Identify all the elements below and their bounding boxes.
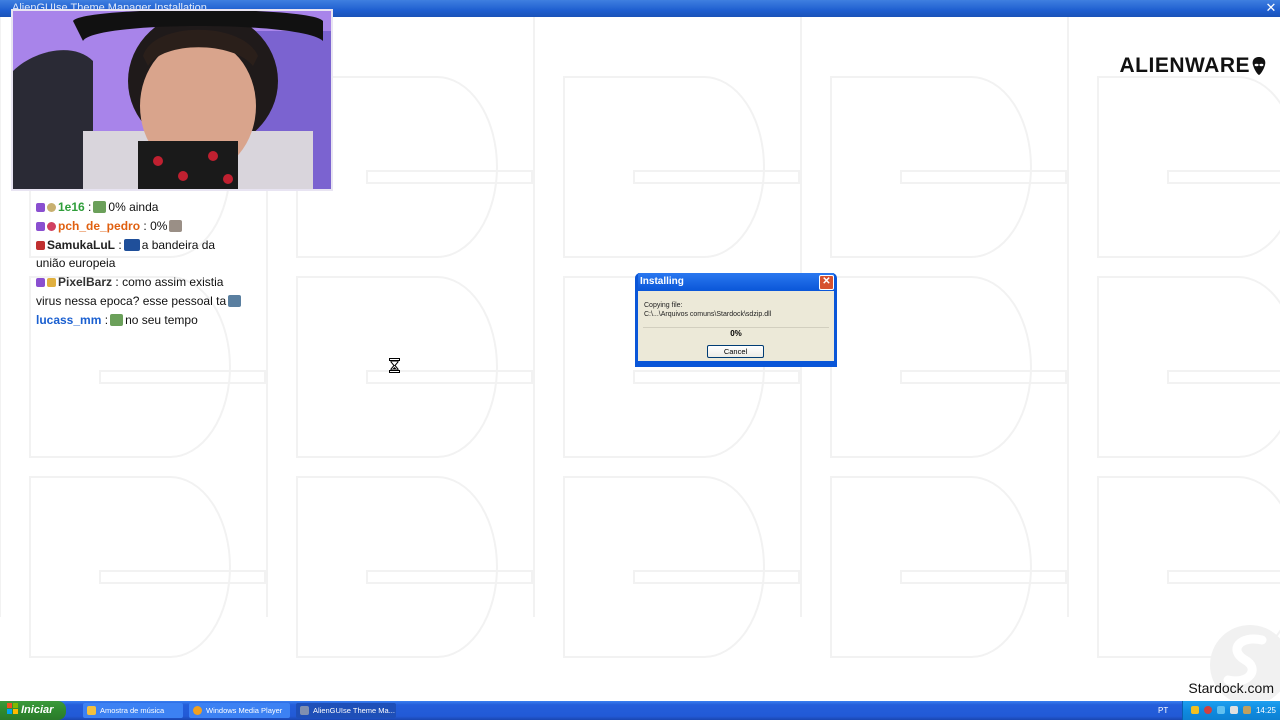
chat-username: 1e16 (58, 200, 85, 214)
chat-overlay: 1e16 : 0% ainda pch_de_pedro : 0% SamukaL… (36, 198, 256, 330)
chat-separator: : (115, 275, 119, 290)
streamer-image (13, 11, 331, 189)
taskbar-item-windows-media-player[interactable]: Windows Media Player (189, 703, 290, 718)
taskbar-item-alienguise-theme-manager[interactable]: AlienGUIse Theme Ma... (296, 703, 396, 718)
chat-message-continued: virus nessa epoca? esse pessoal ta (36, 292, 256, 311)
chat-message-continued: união europeia (36, 256, 116, 271)
taskbar-item-label: Windows Media Player (206, 706, 283, 715)
alien-head-icon (1252, 57, 1266, 75)
tray-app-icon[interactable] (1243, 706, 1251, 714)
taskbar-item-amostra-de-musica[interactable]: Amostra de música (83, 703, 183, 718)
copying-file-path: C:\...\Arquivos comuns\Stardock\sdzip.dl… (644, 310, 772, 318)
chat-badge-icon (36, 203, 45, 212)
chat-message: pch_de_pedro : 0% (36, 217, 256, 236)
chat-message: lucass_mm : no seu tempo (36, 311, 256, 330)
chat-badge-icon (47, 278, 56, 288)
taskbar-item-label: AlienGUIse Theme Ma... (313, 706, 395, 715)
chat-badge-icon (47, 203, 56, 212)
chat-username: SamukaLuL (47, 237, 116, 252)
heart-icon (47, 221, 56, 231)
chat-separator: : (104, 312, 109, 327)
taskbar-item-label: Amostra de música (100, 706, 165, 715)
chat-username: pch_de_pedro (58, 218, 141, 233)
chat-text: no seu tempo (125, 312, 198, 327)
install-progress-bar: 0% (643, 327, 829, 342)
tray-app-icon[interactable] (1204, 706, 1212, 714)
volume-icon[interactable] (1230, 706, 1238, 714)
installer-icon (300, 706, 309, 715)
chat-message: PixelBarz : como assim existia (36, 273, 256, 292)
windows-flag-icon (7, 703, 18, 714)
window-close-button[interactable]: ✕ (1264, 1, 1278, 15)
chat-username: PixelBarz (58, 275, 113, 290)
chat-separator: : (143, 218, 147, 233)
installing-dialog: Installing ✕ Copying file: C:\...\Arquiv… (635, 273, 837, 367)
taskbar: Iniciar Amostra de música Windows Media … (0, 701, 1280, 720)
chat-badge-icon (36, 240, 45, 250)
hourglass-cursor-icon (389, 358, 400, 373)
security-shield-icon[interactable] (1191, 706, 1199, 714)
copying-status: Copying file: C:\...\Arquivos comuns\Sta… (644, 302, 771, 319)
chat-message: 1e16 : 0% ainda (36, 198, 256, 217)
chat-message: SamukaLuL : a bandeira da (36, 236, 256, 255)
system-tray: 14:25 (1182, 701, 1280, 720)
progress-percent: 0% (730, 329, 742, 338)
chat-emote-icon (110, 313, 124, 326)
start-button[interactable]: Iniciar (0, 701, 66, 720)
chat-separator: : (88, 200, 92, 214)
eu-flag-emote-icon (123, 238, 140, 251)
copying-label: Copying file: (644, 302, 683, 309)
folder-icon (87, 706, 96, 715)
chat-text: virus nessa epoca? esse pessoal ta (36, 293, 227, 308)
chat-username: lucass_mm (36, 312, 102, 327)
chat-emote-icon (228, 294, 242, 307)
start-label: Iniciar (21, 704, 54, 716)
chat-text: 0% (150, 218, 168, 233)
webcam-overlay (11, 9, 333, 191)
chat-badge-icon (36, 221, 45, 231)
chat-text: 0% ainda (108, 200, 159, 214)
chat-badge-icon (36, 278, 45, 288)
dialog-title: Installing (638, 273, 834, 291)
dialog-close-button[interactable]: ✕ (819, 275, 834, 290)
chat-text: a bandeira da (141, 237, 216, 252)
network-icon[interactable] (1217, 706, 1225, 714)
chat-separator: : (118, 237, 122, 252)
dialog-body: Copying file: C:\...\Arquivos comuns\Sta… (638, 291, 834, 361)
chat-emote-icon (93, 201, 107, 213)
stardock-watermark: Stardock.com (1188, 680, 1274, 696)
chat-emote-icon (169, 219, 183, 232)
alienware-logo: ALIENWARE (1120, 54, 1267, 78)
taskbar-clock[interactable]: 14:25 (1256, 701, 1276, 720)
cancel-button[interactable]: Cancel (707, 345, 764, 358)
language-indicator[interactable]: PT (1158, 701, 1168, 720)
alienware-logo-text: ALIENWARE (1119, 54, 1250, 77)
media-player-icon (193, 706, 202, 715)
chat-text: como assim existia (122, 275, 224, 290)
